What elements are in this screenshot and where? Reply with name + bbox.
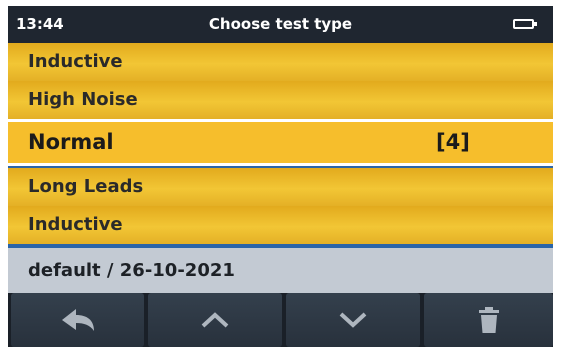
trash-icon <box>478 307 499 333</box>
back-button[interactable] <box>11 293 144 347</box>
screen-title: Choose test type <box>208 15 353 33</box>
softkey-toolbar <box>8 293 553 347</box>
back-arrow-icon <box>61 309 94 331</box>
list-item-label: Inductive <box>28 214 123 235</box>
list-item-inductive-2[interactable]: Inductive <box>8 206 553 244</box>
list-item-normal-selected[interactable]: Normal [4] <box>8 119 553 166</box>
list-item-label: Inductive <box>28 51 123 72</box>
up-button[interactable] <box>148 293 282 347</box>
device-screen: 13:44 Choose test type Inductive High No… <box>8 6 553 347</box>
info-bar: default / 26-10-2021 <box>8 248 553 293</box>
list-item-long-leads[interactable]: Long Leads <box>8 168 553 206</box>
battery-icon <box>513 19 537 29</box>
list-item-high-noise[interactable]: High Noise <box>8 81 553 119</box>
status-bar: 13:44 Choose test type <box>8 6 553 43</box>
list-item-count: [4] <box>436 130 470 154</box>
chevron-up-icon <box>201 312 229 328</box>
delete-button[interactable] <box>424 293 553 347</box>
chevron-down-icon <box>339 312 367 328</box>
list-item-label: High Noise <box>28 89 138 110</box>
down-button[interactable] <box>286 293 420 347</box>
list-item-label: Normal <box>28 130 114 154</box>
list-item-label: Long Leads <box>28 176 144 197</box>
list-item-inductive[interactable]: Inductive <box>8 43 553 81</box>
profile-date-text: default / 26-10-2021 <box>28 260 235 281</box>
